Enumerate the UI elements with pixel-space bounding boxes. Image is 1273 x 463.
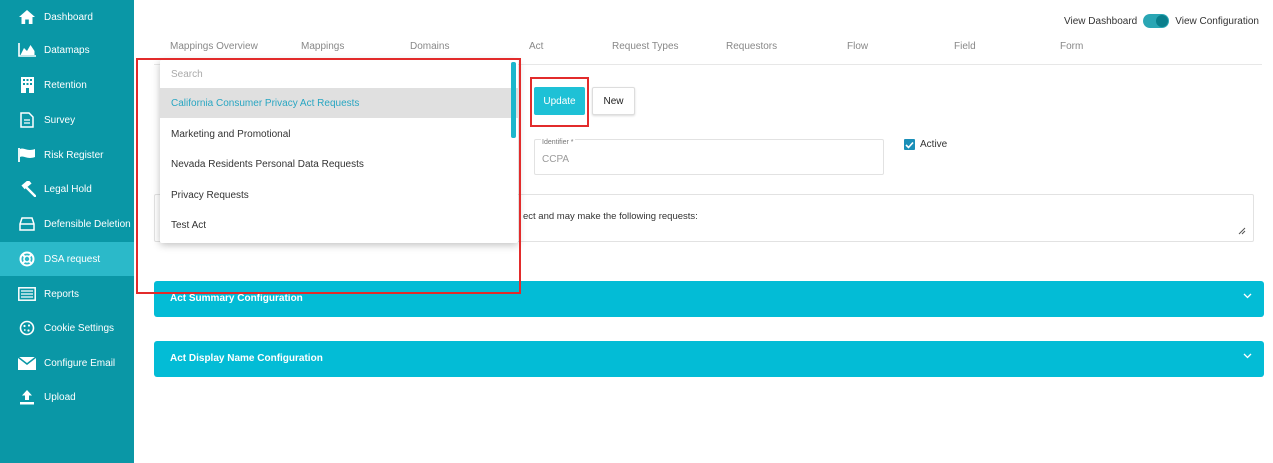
sidebar-item-label: Upload bbox=[44, 391, 76, 403]
sidebar-item-label: Legal Hold bbox=[44, 183, 92, 195]
area-chart-icon bbox=[18, 41, 36, 59]
identifier-label: Identifier * bbox=[541, 139, 575, 146]
sidebar-item-label: Datamaps bbox=[44, 44, 90, 56]
list-icon bbox=[18, 285, 36, 303]
accordion-title: Act Summary Configuration bbox=[170, 293, 303, 304]
sidebar-item-cookie-settings[interactable]: Cookie Settings bbox=[0, 311, 134, 345]
tab-act[interactable]: Act bbox=[529, 41, 543, 52]
check-icon bbox=[905, 141, 914, 149]
dropdown-option[interactable]: California Consumer Privacy Act Requests bbox=[160, 88, 518, 118]
sidebar-item-label: Survey bbox=[44, 114, 76, 126]
new-button[interactable]: New bbox=[592, 87, 635, 115]
accordion-title: Act Display Name Configuration bbox=[170, 353, 323, 364]
sidebar-item-label: Cookie Settings bbox=[44, 322, 115, 334]
sidebar-item-risk-register[interactable]: Risk Register bbox=[0, 138, 134, 172]
sidebar-item-legal-hold[interactable]: Legal Hold bbox=[0, 172, 134, 206]
resize-handle-icon bbox=[1238, 227, 1246, 235]
drive-icon bbox=[18, 215, 36, 233]
building-icon bbox=[18, 76, 36, 94]
tab-form[interactable]: Form bbox=[1060, 41, 1083, 52]
act-display-name-configuration-accordion[interactable]: Act Display Name Configuration bbox=[154, 341, 1264, 377]
gavel-icon bbox=[18, 180, 36, 198]
dropdown-scrollbar[interactable] bbox=[511, 62, 516, 138]
tab-domains[interactable]: Domains bbox=[410, 41, 449, 52]
view-dashboard-label[interactable]: View Dashboard bbox=[1064, 16, 1137, 27]
sidebar-item-label: Reports bbox=[44, 288, 80, 300]
sidebar-item-reports[interactable]: Reports bbox=[0, 277, 134, 311]
view-switch: View Dashboard View Configuration bbox=[1064, 14, 1259, 28]
update-button[interactable]: Update bbox=[534, 87, 585, 115]
identifier-field[interactable]: Identifier * CCPA bbox=[534, 139, 884, 175]
document-icon bbox=[18, 111, 36, 129]
sidebar-item-dsa-request[interactable]: DSA request bbox=[0, 242, 134, 276]
tab-field[interactable]: Field bbox=[954, 41, 976, 52]
tab-flow[interactable]: Flow bbox=[847, 41, 868, 52]
view-toggle[interactable] bbox=[1143, 14, 1170, 28]
tab-request-types[interactable]: Request Types bbox=[612, 41, 679, 52]
upload-icon bbox=[18, 388, 36, 406]
sidebar-item-upload[interactable]: Upload bbox=[0, 380, 134, 414]
sidebar-item-label: DSA request bbox=[44, 253, 101, 265]
active-label: Active bbox=[920, 139, 948, 150]
sidebar-item-label: Defensible Deletion bbox=[44, 218, 131, 230]
identifier-value: CCPA bbox=[542, 154, 570, 165]
flag-icon bbox=[18, 146, 36, 164]
sidebar-item-dashboard[interactable]: Dashboard bbox=[0, 0, 134, 34]
tab-mappings-overview[interactable]: Mappings Overview bbox=[170, 41, 258, 52]
sidebar-item-defensible-deletion[interactable]: Defensible Deletion bbox=[0, 207, 134, 241]
envelope-icon bbox=[18, 354, 36, 372]
tab-mappings[interactable]: Mappings bbox=[301, 41, 344, 52]
sidebar-item-label: Configure Email bbox=[44, 357, 116, 369]
sidebar-item-label: Risk Register bbox=[44, 149, 104, 161]
cookie-icon bbox=[18, 319, 36, 337]
act-summary-configuration-accordion[interactable]: Act Summary Configuration bbox=[154, 281, 1264, 317]
view-configuration-label[interactable]: View Configuration bbox=[1175, 16, 1259, 27]
dropdown-option[interactable]: Test Act bbox=[160, 210, 518, 240]
home-icon bbox=[18, 8, 36, 26]
sidebar-item-retention[interactable]: Retention bbox=[0, 68, 134, 102]
active-checkbox[interactable] bbox=[904, 139, 915, 150]
dropdown-option[interactable]: Marketing and Promotional bbox=[160, 119, 518, 149]
life-ring-icon bbox=[18, 250, 36, 268]
dropdown-option[interactable]: Privacy Requests bbox=[160, 180, 518, 210]
sidebar-item-label: Dashboard bbox=[44, 11, 93, 23]
sidebar-item-label: Retention bbox=[44, 79, 87, 91]
sidebar-item-configure-email[interactable]: Configure Email bbox=[0, 346, 134, 380]
tab-requestors[interactable]: Requestors bbox=[726, 41, 777, 52]
act-select-dropdown: California Consumer Privacy Act Requests… bbox=[160, 60, 518, 243]
sidebar: Dashboard Datamaps Retention Survey Risk… bbox=[0, 0, 134, 463]
sidebar-item-survey[interactable]: Survey bbox=[0, 103, 134, 137]
dropdown-search-input[interactable] bbox=[160, 60, 518, 88]
sidebar-item-datamaps[interactable]: Datamaps bbox=[0, 33, 134, 67]
description-text: ect and may make the following requests: bbox=[523, 211, 698, 222]
chevron-down-icon bbox=[1243, 293, 1252, 299]
chevron-down-icon bbox=[1243, 353, 1252, 359]
dropdown-option[interactable]: Nevada Residents Personal Data Requests bbox=[160, 149, 518, 179]
